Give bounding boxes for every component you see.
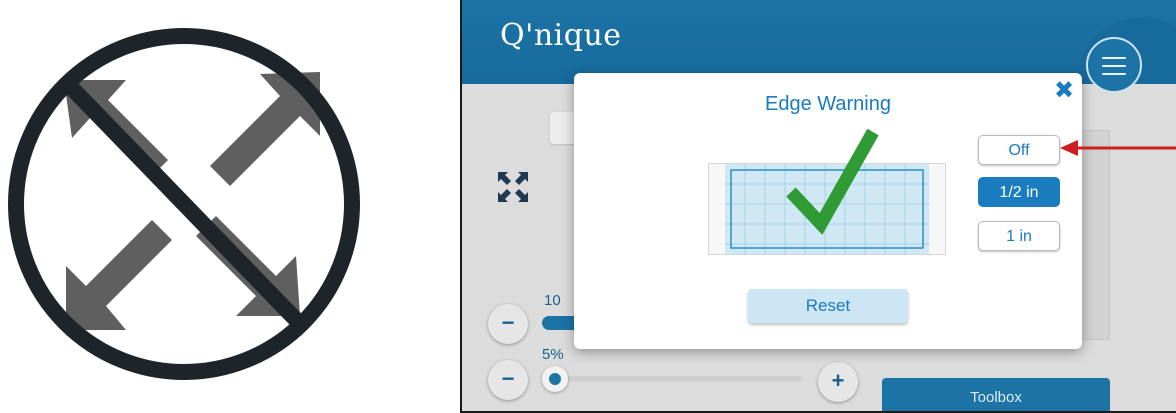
hamburger-line — [1102, 65, 1126, 67]
no-expand-prohibition-icon — [8, 28, 360, 380]
size-minus-button[interactable]: − — [488, 304, 528, 344]
menu-button[interactable] — [1086, 37, 1142, 93]
reset-button[interactable]: Reset — [748, 289, 908, 323]
checkmark-icon — [786, 128, 879, 235]
dialog-title: Edge Warning — [765, 93, 891, 115]
edge-option-off[interactable]: Off — [978, 135, 1060, 165]
edge-preview — [708, 128, 946, 255]
zoom-slider-track[interactable] — [552, 376, 802, 382]
hamburger-line — [1102, 73, 1126, 75]
hamburger-line — [1102, 57, 1126, 59]
zoom-slider-knob[interactable] — [542, 366, 568, 392]
edge-option-half-inch[interactable]: 1/2 in — [978, 177, 1060, 207]
background-panel — [1078, 130, 1110, 340]
size-value-label: 10 — [544, 292, 561, 309]
toolbox-button[interactable]: Toolbox — [882, 378, 1110, 411]
app-logo: Q'nique — [500, 18, 622, 53]
close-icon[interactable]: ✖ — [1052, 79, 1076, 103]
zoom-value-label: 5% — [542, 346, 564, 363]
app-screen: Q'nique 10 − 5% − + Toolbox Edge Warning… — [460, 0, 1176, 413]
edge-option-one-inch[interactable]: 1 in — [978, 221, 1060, 251]
expand-icon[interactable] — [496, 170, 530, 204]
edge-warning-dialog: Edge Warning ✖ Off 1/2 in 1 in Reset — [574, 73, 1082, 349]
zoom-plus-button[interactable]: + — [818, 362, 858, 402]
zoom-minus-button[interactable]: − — [488, 360, 528, 400]
